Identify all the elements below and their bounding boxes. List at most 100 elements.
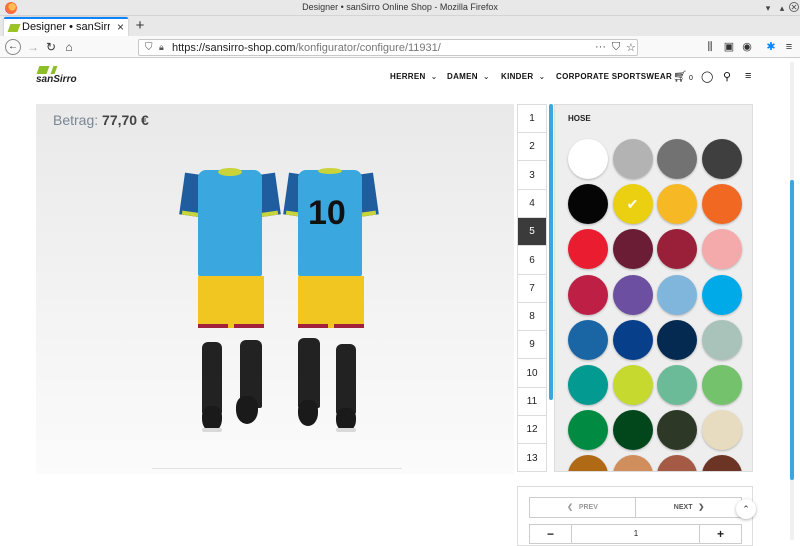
extensions-icon[interactable]: ✱ (764, 40, 778, 54)
bookmark-star-icon[interactable]: ☆ (626, 41, 636, 54)
step-pager: ❮ PREV NEXT ❯ (529, 497, 742, 518)
step-5[interactable]: 5 (518, 218, 546, 247)
price-display: Betrag: 77,70 € (53, 112, 149, 128)
nav-herren[interactable]: HERREN ⌄ (390, 72, 438, 81)
color-swatch[interactable] (612, 139, 653, 179)
nav-damen[interactable]: DAMEN ⌄ (447, 72, 490, 81)
color-swatch[interactable] (612, 365, 653, 405)
search-icon[interactable]: ⚲ (723, 70, 731, 83)
color-swatch[interactable] (568, 455, 608, 471)
pocket-icon[interactable]: ⛉ (612, 41, 620, 54)
reload-button[interactable]: ↻ (43, 39, 59, 55)
nav-kinder[interactable]: KINDER ⌄ (501, 72, 545, 81)
color-swatch[interactable] (657, 274, 697, 315)
chevron-down-icon: ⌄ (538, 72, 546, 81)
address-bar[interactable]: ⛉ 🔒︎ https://sansirro-shop.com/konfigura… (138, 39, 638, 56)
scroll-to-top-button[interactable]: ⌃ (736, 499, 756, 519)
page-scrollbar[interactable] (790, 62, 794, 540)
page-actions-icon[interactable]: ··· (595, 41, 606, 53)
step-3[interactable]: 3 (518, 162, 546, 190)
price-value: 77,70 € (102, 112, 149, 128)
color-swatch[interactable] (568, 229, 608, 270)
close-tab-icon[interactable]: × (117, 20, 124, 34)
step-9[interactable]: 9 (518, 331, 546, 360)
hamburger-menu-icon[interactable]: ≡ (745, 70, 751, 82)
panel-scrollbar[interactable] (549, 104, 553, 400)
chevron-down-icon: ⌄ (430, 72, 438, 81)
color-swatch[interactable] (657, 365, 697, 405)
color-swatch[interactable] (568, 410, 608, 451)
app-menu-icon[interactable]: ≡ (782, 40, 796, 54)
lock-icon[interactable]: 🔒︎ (159, 42, 164, 53)
shorts-hem-right (234, 324, 264, 328)
color-swatch[interactable] (701, 274, 742, 315)
kit-back: 10 (283, 168, 384, 438)
color-swatch[interactable] (657, 455, 697, 471)
color-swatch[interactable] (612, 410, 653, 451)
new-tab-button[interactable]: + (132, 17, 148, 35)
color-swatch[interactable] (657, 229, 697, 270)
color-swatch[interactable] (701, 229, 742, 270)
browser-tab[interactable]: Designer • sanSirro × (4, 17, 128, 36)
maximize-icon[interactable]: ▴ (776, 2, 788, 14)
color-swatch[interactable] (568, 184, 608, 225)
decrease-quantity-button[interactable]: − (530, 525, 572, 543)
window-titlebar: Designer • sanSirro Online Shop - Mozill… (0, 0, 800, 16)
step-7[interactable]: 7 (518, 275, 546, 303)
shorts-hem-right (334, 324, 364, 328)
step-12[interactable]: 12 (518, 416, 546, 445)
color-swatch[interactable]: ✔ (612, 184, 653, 225)
color-swatch[interactable] (612, 274, 653, 315)
user-account-icon[interactable]: ◯ (701, 70, 713, 83)
page-scrollbar-thumb[interactable] (790, 180, 794, 480)
color-swatch[interactable] (568, 319, 608, 360)
step-navigator: 1 2 3 4 5 6 7 8 9 10 11 12 13 (517, 104, 547, 472)
kit-front (179, 168, 281, 438)
price-label: Betrag: (53, 112, 99, 128)
library-icon[interactable]: ⫼ (703, 40, 717, 54)
close-window-icon[interactable]: ✕ (789, 2, 799, 12)
step-2[interactable]: 2 (518, 133, 546, 162)
color-swatch[interactable] (701, 365, 742, 405)
color-swatch[interactable] (612, 229, 653, 270)
color-swatch[interactable] (657, 319, 697, 360)
color-swatch[interactable] (701, 410, 742, 451)
step-13[interactable]: 13 (518, 445, 546, 471)
cart-icon[interactable]: 🛒︎ 0 (673, 70, 693, 83)
color-swatch[interactable] (701, 319, 742, 360)
prev-label: PREV (578, 504, 598, 511)
back-button[interactable]: ← (5, 39, 21, 55)
cart-count: 0 (688, 75, 693, 82)
color-swatch[interactable] (657, 410, 697, 451)
next-button[interactable]: NEXT ❯ (637, 498, 741, 517)
sidebar-icon[interactable]: ▣ (722, 40, 736, 54)
step-11[interactable]: 11 (518, 388, 546, 416)
quantity-value[interactable]: 1 (573, 525, 699, 543)
color-swatch[interactable] (657, 184, 697, 225)
color-swatch[interactable] (701, 184, 742, 225)
color-swatch[interactable] (612, 455, 653, 471)
tracking-shield-icon[interactable]: ⛉ (145, 42, 153, 53)
minimize-icon[interactable]: ▾ (762, 2, 774, 14)
increase-quantity-button[interactable]: + (699, 525, 741, 543)
color-swatch[interactable] (568, 365, 608, 405)
color-swatch[interactable] (568, 139, 608, 179)
nav-corporate-sportswear[interactable]: CORPORATE SPORTSWEAR (556, 72, 672, 81)
step-6[interactable]: 6 (518, 247, 546, 275)
color-swatch[interactable] (568, 274, 608, 315)
step-8[interactable]: 8 (518, 303, 546, 332)
home-button[interactable]: ⌂ (61, 39, 77, 55)
account-icon[interactable]: ◉ (740, 40, 754, 54)
step-1[interactable]: 1 (518, 105, 546, 133)
color-swatch[interactable] (612, 319, 653, 360)
sansirro-logo[interactable]: sanSirro (36, 66, 82, 88)
panel-title: HOSE (568, 114, 591, 123)
forward-button[interactable]: → (25, 39, 41, 55)
shoe-right (236, 396, 258, 424)
color-swatch[interactable] (701, 455, 742, 471)
prev-button[interactable]: ❮ PREV (530, 498, 636, 517)
step-10[interactable]: 10 (518, 360, 546, 388)
step-4[interactable]: 4 (518, 190, 546, 218)
color-swatch[interactable] (701, 139, 742, 179)
color-swatch[interactable] (657, 139, 697, 179)
